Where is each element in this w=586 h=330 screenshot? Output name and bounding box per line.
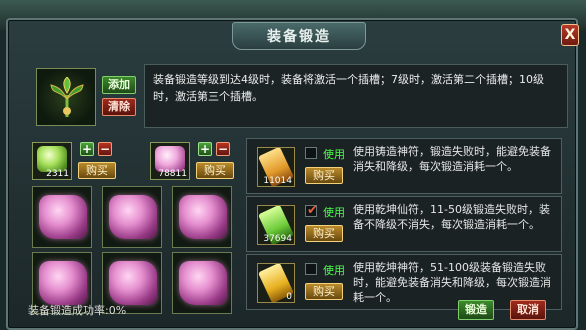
material-slot-1[interactable]: 2311 [32, 142, 72, 180]
talisman-buy-button[interactable]: 购买 [305, 283, 343, 300]
talisman-buy-button[interactable]: 购买 [305, 225, 343, 242]
material-slot-2[interactable]: 78811 [150, 142, 190, 180]
material-1-minus-button[interactable]: − [98, 142, 112, 156]
gem-grid-slot-2[interactable] [102, 186, 162, 248]
equipment-slot[interactable] [36, 68, 96, 126]
cancel-button[interactable]: 取消 [510, 300, 546, 320]
talisman-slot[interactable]: 37694 [257, 205, 295, 245]
material-count: 78811 [158, 169, 187, 179]
use-checkbox[interactable] [305, 147, 317, 159]
talisman-option-2: 37694 ✔ 使用 购买 使用乾坤仙符，11-50级锻造失败时，装备不降级不消… [246, 196, 562, 252]
talisman-slot[interactable]: 11014 [257, 147, 295, 187]
talisman-count: 37694 [263, 234, 292, 244]
pink-gem-icon [179, 195, 227, 239]
forge-window: 装备锻造 X 添加 清除 装备锻造等级到达4级时，装备将激活一个插槽；7级时，激… [6, 18, 579, 330]
success-rate: 装备锻造成功率:0% [28, 304, 127, 317]
use-label: 使用 [323, 206, 345, 219]
forge-description: 装备锻造等级到达4级时，装备将激活一个插槽；7级时，激活第二个插槽；10级时，激… [144, 64, 568, 128]
gem-grid-slot-1[interactable] [32, 186, 92, 248]
pink-gem-icon [179, 261, 227, 305]
use-checkbox[interactable] [305, 263, 317, 275]
material-2-minus-button[interactable]: − [216, 142, 230, 156]
forge-button[interactable]: 锻造 [458, 300, 494, 320]
materials-panel: 2311 + − 购买 78811 + − 购买 [20, 132, 242, 316]
talisman-option-1: 11014 使用 购买 使用铸造神符，锻造失败时，能避免装备消失和降级，每次锻造… [246, 138, 562, 194]
pink-gem-icon [39, 261, 87, 305]
material-2-plus-button[interactable]: + [198, 142, 212, 156]
talisman-count: 11014 [263, 176, 292, 186]
pink-gem-icon [39, 195, 87, 239]
check-icon: ✔ [307, 203, 318, 218]
use-label: 使用 [323, 148, 345, 161]
gem-grid-slot-6[interactable] [172, 252, 232, 314]
talisman-description: 使用乾坤仙符，11-50级锻造失败时，装备不降级不消失，每次锻造消耗一个。 [353, 203, 550, 231]
material-2-buy-button[interactable]: 购买 [196, 162, 234, 179]
talisman-buy-button[interactable]: 购买 [305, 167, 343, 184]
material-1-plus-button[interactable]: + [80, 142, 94, 156]
material-1-buy-button[interactable]: 购买 [78, 162, 116, 179]
material-count: 2311 [46, 169, 69, 179]
window-title: 装备锻造 [232, 22, 366, 50]
talisman-description: 使用乾坤神符，51-100级装备锻造失败时，能避免装备消失和降级，每次锻造消耗一… [353, 261, 551, 304]
use-label: 使用 [323, 264, 345, 277]
pink-gem-icon [109, 261, 157, 305]
talisman-slot[interactable]: 0 [257, 263, 295, 303]
talisman-count: 0 [286, 292, 292, 302]
equipment-icon [50, 77, 84, 117]
clear-button[interactable]: 清除 [102, 98, 136, 116]
close-button[interactable]: X [561, 24, 579, 46]
use-checkbox[interactable]: ✔ [305, 203, 318, 218]
talisman-description: 使用铸造神符，锻造失败时，能避免装备消失和降级，每次锻造消耗一个。 [353, 145, 551, 173]
equipment-row: 添加 清除 装备锻造等级到达4级时，装备将激活一个插槽；7级时，激活第二个插槽；… [20, 64, 568, 128]
gem-grid-slot-3[interactable] [172, 186, 232, 248]
pink-gem-icon [109, 195, 157, 239]
add-button[interactable]: 添加 [102, 76, 136, 94]
talisman-options-panel: 11014 使用 购买 使用铸造神符，锻造失败时，能避免装备消失和降级，每次锻造… [246, 138, 562, 310]
